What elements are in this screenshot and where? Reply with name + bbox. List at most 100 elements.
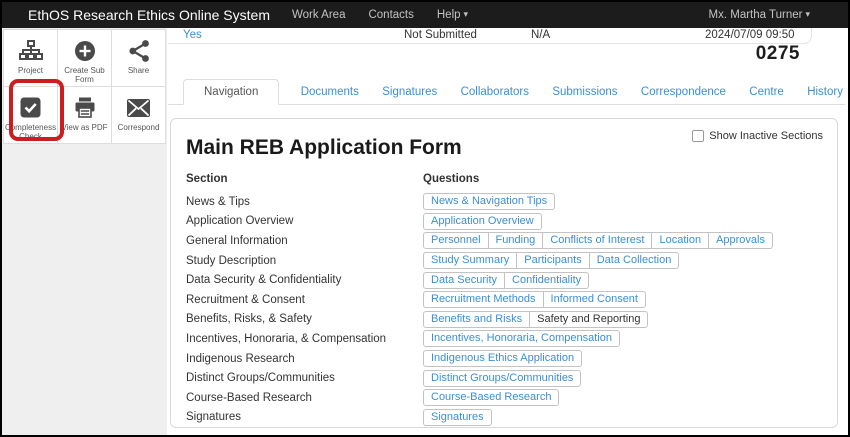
question-button-group: Personnel Funding Conflicts of Interest Loc… [423, 232, 773, 250]
question-button-group: Distinct Groups/Communities [423, 369, 582, 387]
section-table: News & Tips News & Navigation Tips Applica… [186, 192, 822, 427]
question-button-safety-and-reporting[interactable]: Safety and Reporting [529, 310, 649, 328]
correspond-button[interactable]: Correspond [112, 87, 166, 144]
action-button-label: Correspond [117, 123, 160, 132]
completeness-check-button[interactable]: Completeness Check [4, 79, 64, 144]
question-button-group: Benefits and Risks Safety and Reporting [423, 310, 649, 328]
nav-link-help[interactable]: Help ▾ [437, 9, 468, 21]
question-button-confidentiality[interactable]: Confidentiality [504, 271, 590, 289]
app-window: EthOS Research Ethics Online System Work… [2, 2, 848, 435]
action-sidebar: Project Create Sub Form Share Completeness … [2, 28, 167, 435]
question-button-data-security[interactable]: Data Security [423, 271, 506, 289]
submission-status: Not Submitted [404, 29, 477, 41]
question-button-group: Indigenous Ethics Application [423, 350, 583, 368]
create-sub-form-button[interactable]: Create Sub Form [58, 30, 112, 87]
section-label: Application Overview [186, 215, 294, 228]
screenshot-frame: EthOS Research Ethics Online System Work… [0, 0, 850, 437]
question-button-news-navigation-tips[interactable]: News & Navigation Tips [423, 193, 556, 211]
section-label: General Information [186, 234, 288, 247]
tab-collaborators[interactable]: Collaborators [459, 80, 531, 104]
section-label: Course-Based Research [186, 391, 312, 404]
action-button-label: Project [18, 66, 43, 75]
table-row: General Information Personnel Funding Confl… [186, 231, 822, 251]
action-button-label: Share [127, 66, 150, 75]
nav-link-contacts[interactable]: Contacts [368, 9, 413, 21]
table-header: Section Questions [186, 173, 822, 185]
question-button-participants[interactable]: Participants [516, 252, 590, 270]
question-button-group: Course-Based Research [423, 389, 560, 407]
printer-icon [73, 95, 97, 120]
tab-submissions[interactable]: Submissions [550, 80, 619, 104]
question-button-course-based-research[interactable]: Course-Based Research [423, 389, 560, 407]
envelope-icon [126, 95, 151, 120]
status-na-value: N/A [531, 29, 551, 41]
question-button-group: Study Summary Participants Data Collection [423, 252, 680, 270]
table-row: Application Overview Application Overview [186, 212, 822, 232]
tab-signatures[interactable]: Signatures [380, 80, 439, 104]
question-button-conflicts-of-interest[interactable]: Conflicts of Interest [542, 232, 653, 250]
question-button-data-collection[interactable]: Data Collection [588, 252, 680, 270]
show-inactive-sections-checkbox[interactable] [692, 130, 705, 142]
table-row: Distinct Groups/Communities Distinct Grou… [186, 368, 822, 388]
question-button-distinct-groups-communities[interactable]: Distinct Groups/Communities [423, 369, 582, 387]
question-button-group: Signatures [423, 408, 492, 426]
question-button-signatures[interactable]: Signatures [423, 408, 492, 426]
table-row: Study Description Study Summary Participan… [186, 251, 822, 271]
question-button-location[interactable]: Location [651, 232, 710, 250]
column-header-questions: Questions [423, 173, 480, 185]
action-button-label: View as PDF [61, 123, 108, 132]
tab-bar: Navigation Documents Signatures Collaborato… [168, 78, 845, 105]
user-menu-label: Mx. Martha Turner [708, 9, 803, 21]
table-row: Data Security & Confidentiality Data Secu… [186, 270, 822, 290]
question-button-study-summary[interactable]: Study Summary [423, 252, 518, 270]
question-button-application-overview[interactable]: Application Overview [423, 212, 542, 230]
share-icon [128, 38, 150, 63]
view-as-pdf-button[interactable]: View as PDF [58, 87, 112, 144]
chevron-down-icon: ▾ [463, 9, 469, 19]
action-button-label: Completeness Check [4, 123, 57, 142]
status-timestamp: 2024/07/09 09:50 [705, 29, 795, 41]
table-row: News & Tips News & Navigation Tips [186, 192, 822, 212]
section-label: Data Security & Confidentiality [186, 274, 342, 287]
tab-centre[interactable]: Centre [747, 80, 786, 104]
top-navbar: EthOS Research Ethics Online System Work… [2, 2, 848, 28]
nav-link-work-area[interactable]: Work Area [292, 9, 345, 21]
check-square-icon [19, 95, 42, 120]
tab-correspondence[interactable]: Correspondence [639, 80, 728, 104]
status-strip-link-yes[interactable]: Yes [183, 29, 202, 41]
action-button-grid: Project Create Sub Form Share Completeness … [3, 29, 166, 144]
section-label: Indigenous Research [186, 352, 295, 365]
form-number: 0275 [755, 43, 800, 64]
table-row: Recruitment & Consent Recruitment Methods… [186, 290, 822, 310]
section-label: News & Tips [186, 195, 250, 208]
question-button-group: Data Security Confidentiality [423, 271, 590, 289]
question-button-incentives-honoraria-compensation[interactable]: Incentives, Honoraria, Compensation [423, 330, 620, 348]
tab-navigation[interactable]: Navigation [183, 79, 280, 105]
question-button-funding[interactable]: Funding [487, 232, 544, 250]
user-menu[interactable]: Mx. Martha Turner ▾ [709, 9, 810, 21]
project-button[interactable]: Project [4, 30, 58, 87]
navigation-panel: Show Inactive Sections Main REB Applicat… [170, 118, 838, 428]
question-button-group: Application Overview [423, 212, 542, 230]
question-button-group: News & Navigation Tips [423, 193, 556, 211]
navbar-menu: Work Area Contacts Help ▾ [292, 9, 468, 21]
question-button-group: Recruitment Methods Informed Consent [423, 291, 646, 309]
question-button-benefits-and-risks[interactable]: Benefits and Risks [423, 310, 531, 328]
tab-history[interactable]: History [805, 80, 845, 104]
question-button-recruitment-methods[interactable]: Recruitment Methods [423, 291, 544, 309]
question-button-informed-consent[interactable]: Informed Consent [542, 291, 646, 309]
column-header-section: Section [186, 173, 228, 185]
section-label: Signatures [186, 411, 241, 424]
share-button[interactable]: Share [112, 30, 166, 87]
app-title[interactable]: EthOS Research Ethics Online System [28, 7, 270, 23]
table-row: Indigenous Research Indigenous Ethics App… [186, 349, 822, 369]
chevron-down-icon: ▾ [805, 9, 810, 19]
question-button-approvals[interactable]: Approvals [708, 232, 773, 250]
sitemap-icon [18, 38, 44, 63]
tab-documents[interactable]: Documents [299, 80, 361, 104]
section-label: Benefits, Risks, & Safety [186, 313, 312, 326]
question-button-indigenous-ethics-application[interactable]: Indigenous Ethics Application [423, 350, 583, 368]
action-button-label: Create Sub Form [64, 66, 105, 85]
question-button-personnel[interactable]: Personnel [423, 232, 489, 250]
table-row: Benefits, Risks, & Safety Benefits and Ri… [186, 310, 822, 330]
